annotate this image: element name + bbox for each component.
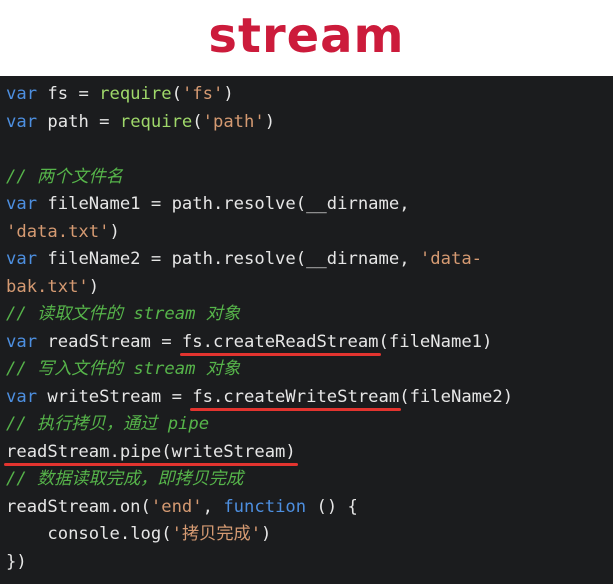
code-token: (fileName2) xyxy=(399,386,514,407)
code-token: () { xyxy=(306,496,358,517)
code-line: var path = require('path') xyxy=(0,109,613,137)
code-line: readStream.on('end', function () { xyxy=(0,494,613,522)
code-token: ( xyxy=(171,84,182,104)
code-token: fileName1 = path.resolve(__dirname, xyxy=(37,194,410,214)
code-token: ( xyxy=(192,111,203,132)
code-token: ) xyxy=(88,276,100,297)
code-token: readStream.pipe(writeStream) xyxy=(6,441,296,462)
code-line: var fileName1 = path.resolve(__dirname, xyxy=(0,191,613,219)
code-line: readStream.pipe(writeStream) xyxy=(0,439,613,467)
code-line: var readStream = fs.createReadStream(fil… xyxy=(0,329,613,357)
keyword-token: var xyxy=(6,386,38,407)
code-token: fs.createWriteStream xyxy=(192,386,400,407)
function-call-token: require xyxy=(119,111,193,132)
keyword-token: var xyxy=(6,84,38,104)
string-token: 'fs' xyxy=(181,84,224,104)
comment-token: // 写入文件的 stream 对象 xyxy=(6,359,241,379)
comment-token: // 执行拷贝，通过 pipe xyxy=(6,414,210,434)
code-line: console.log('拷贝完成') xyxy=(0,521,613,549)
keyword-token: var xyxy=(6,249,38,269)
code-token: ) xyxy=(223,84,234,104)
string-token: '拷贝完成' xyxy=(171,524,262,544)
code-token: }) xyxy=(6,551,27,572)
code-line: 'data.txt') xyxy=(0,219,613,247)
code-token: ) xyxy=(109,221,120,242)
code-token: readStream.on( xyxy=(6,496,151,517)
code-editor-panel: var fs = require('fs') var path = require… xyxy=(0,76,613,584)
string-token: 'data- xyxy=(419,249,483,269)
code-token: , xyxy=(202,496,224,517)
keyword-token: function xyxy=(223,496,307,517)
code-token: path = xyxy=(37,111,120,132)
code-token: ) xyxy=(261,524,272,544)
string-token: 'end' xyxy=(150,496,203,517)
code-line: // 写入文件的 stream 对象 xyxy=(0,356,613,384)
code-line: // 两个文件名 xyxy=(0,164,613,192)
string-token: bak.txt' xyxy=(6,276,89,297)
comment-token: // 数据读取完成，即拷贝完成 xyxy=(6,469,244,489)
code-token: readStream = xyxy=(37,331,182,352)
code-line: }) xyxy=(0,549,613,577)
code-token: log xyxy=(130,524,162,544)
code-token: ) xyxy=(264,111,276,132)
string-token: 'data.txt' xyxy=(6,221,110,242)
code-line: // 数据读取完成，即拷贝完成 xyxy=(0,466,613,494)
code-line: var writeStream = fs.createWriteStream(f… xyxy=(0,384,613,412)
string-token: 'path' xyxy=(202,111,265,132)
code-token: writeStream = xyxy=(37,386,193,407)
code-token: fs = xyxy=(37,84,100,104)
comment-token: // 读取文件的 stream 对象 xyxy=(6,304,241,324)
keyword-token: var xyxy=(6,331,38,352)
code-token: ( xyxy=(161,524,172,544)
slide-title: stream xyxy=(208,8,405,64)
code-line: bak.txt') xyxy=(0,274,613,302)
keyword-token: var xyxy=(6,194,38,214)
code-token: console. xyxy=(6,524,131,544)
code-line: // 执行拷贝，通过 pipe xyxy=(0,411,613,439)
code-line: var fs = require('fs') xyxy=(0,81,613,109)
code-token: (fileName1) xyxy=(378,331,493,352)
code-line: // 读取文件的 stream 对象 xyxy=(0,301,613,329)
code-token: fs.createReadStream xyxy=(181,331,379,352)
code-token: fileName2 = path.resolve(__dirname, xyxy=(37,249,420,269)
code-line: var fileName2 = path.resolve(__dirname, … xyxy=(0,246,613,274)
comment-token: // 两个文件名 xyxy=(6,166,123,187)
function-call-token: require xyxy=(99,84,172,104)
keyword-token: var xyxy=(6,111,38,132)
